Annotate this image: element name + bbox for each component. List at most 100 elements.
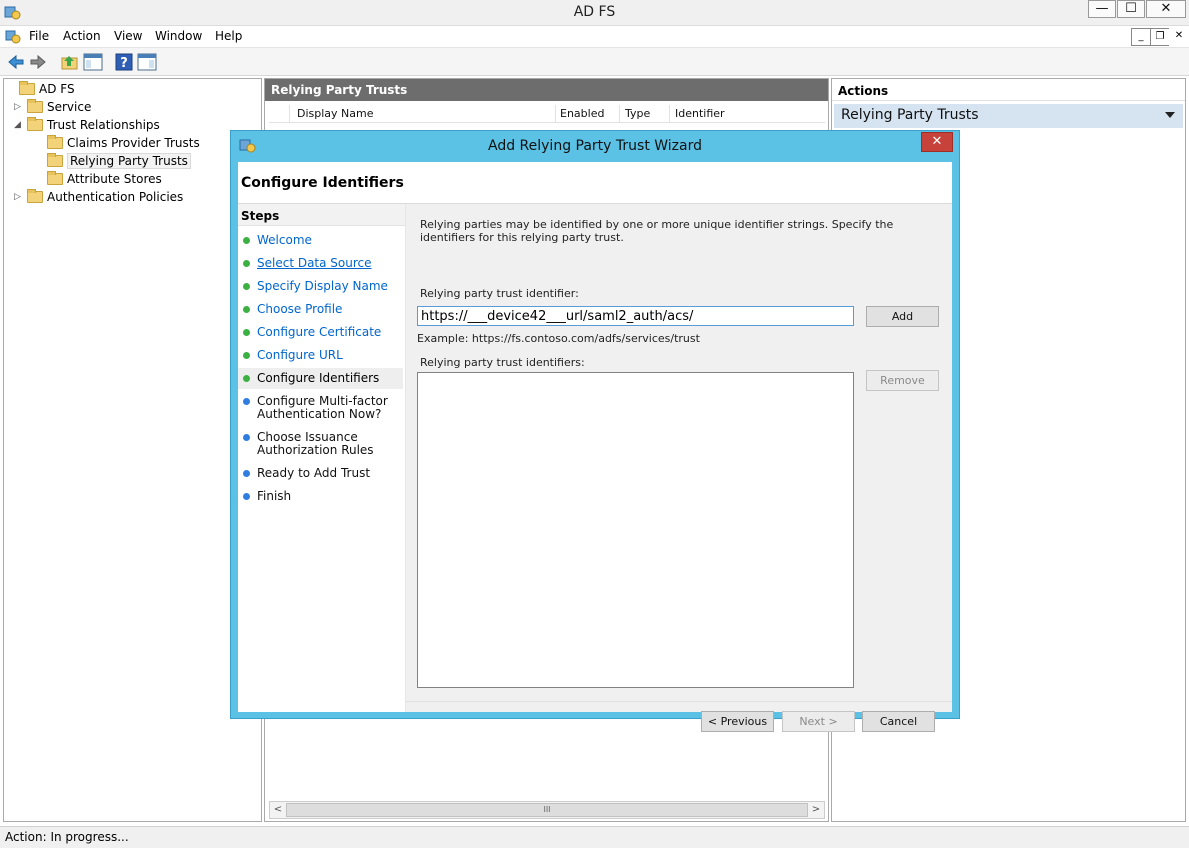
- child-close-button[interactable]: ✕: [1169, 28, 1189, 46]
- collapse-triangle-icon[interactable]: [1165, 112, 1175, 118]
- results-pane-header: Relying Party Trusts: [265, 79, 828, 101]
- child-restore-button[interactable]: ❐: [1150, 28, 1170, 46]
- column-header-enabled[interactable]: Enabled: [560, 107, 604, 120]
- step-complete-dot-icon: [243, 283, 250, 290]
- tree-item-relying-party-trusts[interactable]: Relying Party Trusts: [34, 152, 191, 170]
- footer-divider: [406, 701, 952, 702]
- scroll-right-icon[interactable]: >: [809, 803, 823, 817]
- step-welcome[interactable]: Welcome: [238, 234, 403, 247]
- toolbar: ?: [0, 48, 1189, 76]
- minimize-button[interactable]: —: [1088, 0, 1116, 18]
- collapse-arrow-icon[interactable]: ◢: [14, 120, 24, 130]
- close-window-button[interactable]: ✕: [1146, 0, 1186, 18]
- column-separator[interactable]: [669, 105, 670, 123]
- step-configure-identifiers: Configure Identifiers: [238, 368, 403, 389]
- remove-identifier-button[interactable]: Remove: [866, 370, 939, 391]
- console-tree: AD FS ▷ Service ◢ Trust Relationships Cl…: [3, 78, 262, 822]
- previous-button[interactable]: < Previous: [701, 711, 774, 732]
- step-label: Welcome: [257, 233, 312, 247]
- folder-icon: [27, 99, 43, 113]
- page-description: Relying parties may be identified by one…: [420, 218, 894, 244]
- column-header-display-name[interactable]: Display Name: [297, 107, 374, 120]
- column-headers: Display Name Enabled Type Identifier: [269, 105, 825, 123]
- back-arrow-icon[interactable]: [6, 52, 26, 72]
- steps-header: Steps: [238, 204, 405, 226]
- menu-window[interactable]: Window: [155, 29, 202, 43]
- step-ready-to-add-trust: Ready to Add Trust: [238, 467, 403, 480]
- actions-section-label: Relying Party Trusts: [841, 107, 979, 123]
- show-hide-tree-icon[interactable]: [83, 52, 103, 72]
- step-complete-dot-icon: [243, 352, 250, 359]
- mmc-console-icon[interactable]: [5, 29, 21, 45]
- tree-item-label: Authentication Policies: [47, 190, 184, 204]
- menu-view[interactable]: View: [114, 29, 142, 43]
- step-complete-dot-icon: [243, 306, 250, 313]
- step-choose-issuance-authorization-rules: Choose Issuance Authorization Rules: [238, 431, 403, 457]
- horizontal-scrollbar[interactable]: < III >: [269, 801, 825, 819]
- expand-arrow-icon[interactable]: ▷: [14, 192, 24, 202]
- title-bar: AD FS — ☐ ✕: [0, 0, 1189, 26]
- column-separator[interactable]: [619, 105, 620, 123]
- next-button[interactable]: Next >: [782, 711, 855, 732]
- up-folder-icon[interactable]: [60, 52, 80, 72]
- scroll-thumb[interactable]: III: [286, 803, 808, 817]
- step-complete-dot-icon: [243, 237, 250, 244]
- step-finish: Finish: [238, 490, 403, 503]
- identifier-label: Relying party trust identifier:: [420, 287, 579, 300]
- wizard-body: Configure Identifiers Steps Welcome Sele…: [238, 162, 952, 732]
- step-configure-mfa: Configure Multi-factor Authentication No…: [238, 395, 403, 421]
- column-header-identifier[interactable]: Identifier: [675, 107, 725, 120]
- tree-item-label: AD FS: [39, 82, 75, 96]
- step-label: Specify Display Name: [257, 279, 388, 293]
- relying-party-identifier-input[interactable]: https://___device42___url/saml2_auth/acs…: [417, 306, 854, 326]
- wizard-content-panel: Relying parties may be identified by one…: [406, 204, 952, 732]
- step-pending-dot-icon: [243, 470, 250, 477]
- menu-action[interactable]: Action: [63, 29, 101, 43]
- step-label: Ready to Add Trust: [257, 466, 371, 480]
- column-separator[interactable]: [289, 105, 290, 123]
- add-identifier-button[interactable]: Add: [866, 306, 939, 327]
- step-complete-dot-icon: [243, 329, 250, 336]
- wizard-steps-panel: Steps Welcome Select Data Source Specify…: [238, 204, 406, 712]
- identifiers-listbox[interactable]: [417, 372, 854, 688]
- column-separator[interactable]: [555, 105, 556, 123]
- menu-help[interactable]: Help: [215, 29, 242, 43]
- actions-section-relying-party-trusts[interactable]: Relying Party Trusts: [834, 104, 1183, 128]
- tree-item-service[interactable]: ▷ Service: [14, 98, 91, 116]
- step-pending-dot-icon: [243, 493, 250, 500]
- step-specify-display-name[interactable]: Specify Display Name: [238, 280, 403, 293]
- child-minimize-button[interactable]: _: [1131, 28, 1151, 46]
- expand-arrow-icon[interactable]: ▷: [14, 102, 24, 112]
- step-configure-url[interactable]: Configure URL: [238, 349, 403, 362]
- step-label: Configure Certificate: [257, 325, 382, 339]
- tree-item-attribute-stores[interactable]: Attribute Stores: [34, 170, 162, 188]
- window-title: AD FS: [573, 4, 616, 20]
- step-choose-profile[interactable]: Choose Profile: [238, 303, 403, 316]
- step-select-data-source[interactable]: Select Data Source: [238, 257, 403, 270]
- help-icon[interactable]: ?: [114, 52, 134, 72]
- tree-item-authentication-policies[interactable]: ▷ Authentication Policies: [14, 188, 183, 206]
- tree-item-claims-provider-trusts[interactable]: Claims Provider Trusts: [34, 134, 200, 152]
- tree-item-label: Claims Provider Trusts: [67, 136, 200, 150]
- show-hide-action-pane-icon[interactable]: [137, 52, 157, 72]
- folder-icon: [27, 189, 43, 203]
- tree-item-trust-relationships[interactable]: ◢ Trust Relationships: [14, 116, 160, 134]
- forward-arrow-icon[interactable]: [28, 52, 48, 72]
- tree-item-adfs[interactable]: AD FS: [6, 80, 75, 98]
- identifiers-list-label: Relying party trust identifiers:: [420, 356, 585, 369]
- wizard-title-bar[interactable]: Add Relying Party Trust Wizard ✕: [231, 131, 959, 161]
- step-label: Configure Multi-factor Authentication No…: [257, 394, 388, 421]
- status-text: Action: In progress...: [5, 830, 129, 844]
- column-header-type[interactable]: Type: [625, 107, 650, 120]
- maximize-button[interactable]: ☐: [1117, 0, 1145, 18]
- wizard-close-button[interactable]: ✕: [921, 132, 953, 152]
- folder-icon: [27, 117, 43, 131]
- step-current-dot-icon: [243, 375, 250, 382]
- menu-file[interactable]: File: [29, 29, 49, 43]
- scroll-left-icon[interactable]: <: [271, 803, 285, 817]
- folder-icon: [47, 171, 63, 185]
- step-configure-certificate[interactable]: Configure Certificate: [238, 326, 403, 339]
- cancel-button[interactable]: Cancel: [862, 711, 935, 732]
- step-label: Choose Issuance Authorization Rules: [257, 430, 374, 457]
- add-relying-party-trust-wizard: Add Relying Party Trust Wizard ✕ Configu…: [230, 130, 960, 732]
